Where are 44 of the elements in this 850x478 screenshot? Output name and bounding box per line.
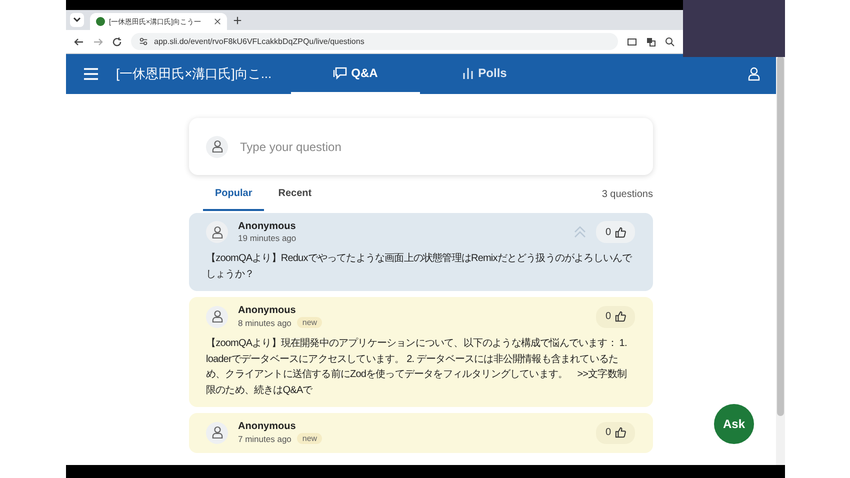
tab-list-icon[interactable] — [70, 13, 84, 27]
cast-icon[interactable] — [627, 36, 637, 46]
question-input-field[interactable]: Type your question — [238, 138, 636, 154]
question-text: 【zoomQAより】現在開発中のアプリケーションについて、以下のような構成で悩んでいます： 1. loaderでデータベースにアクセスしています。 2. データベースには非公開情報も含まれているため、クライアントに送信する前にZodを使ってデータをフィルタリングしています。 >>文字数制限のため、続きはQ&Aで — [206, 336, 628, 398]
menu-icon[interactable] — [84, 68, 98, 80]
question-count: 3 questions — [602, 189, 653, 200]
user-icon[interactable] — [748, 67, 760, 81]
author-name: Anonymous — [238, 221, 296, 232]
like-button[interactable]: 0 — [596, 306, 635, 328]
question-time: 8 minutes ago — [238, 318, 292, 328]
question-text: 【zoomQAより】Reduxでやってたような画面上の状態管理はRemixだとどう扱うのがよろしいんでしょうか？ — [206, 252, 633, 282]
scrollbar-thumb[interactable] — [777, 56, 784, 416]
new-tab-icon[interactable] — [233, 16, 242, 24]
avatar-icon — [206, 136, 228, 158]
bar-chart-icon — [462, 67, 474, 79]
question-time: 19 minutes ago — [238, 233, 296, 243]
close-icon[interactable] — [214, 18, 221, 25]
author-name: Anonymous — [238, 421, 297, 432]
like-button[interactable]: 0 — [596, 422, 635, 444]
address-bar[interactable]: app.sli.do/event/rvoF8kU6VFLcakkbDqZPQu/live/questions — [131, 33, 618, 50]
double-chevron-icon — [574, 226, 586, 238]
ask-button[interactable]: Ask — [714, 404, 754, 444]
like-button[interactable]: 0 — [596, 221, 635, 243]
sort-tab[interactable]: Popular — [203, 178, 264, 211]
nav-tab[interactable]: Q&A — [291, 54, 420, 94]
thumbs-up-icon — [615, 226, 626, 238]
new-badge: new — [297, 433, 322, 444]
avatar-icon — [206, 306, 228, 328]
thumbs-up-icon — [615, 311, 626, 322]
author-name: Anonymous — [238, 305, 297, 316]
new-badge: new — [297, 317, 322, 328]
chat-icon — [333, 66, 348, 80]
back-icon[interactable] — [74, 36, 84, 46]
event-title: [一休恩田氏×溝口氏]向こ... — [116, 65, 273, 83]
sort-tab[interactable]: Recent — [266, 178, 324, 211]
site-icon — [96, 17, 105, 26]
question-time: 7 minutes ago — [238, 434, 292, 444]
avatar-icon — [206, 221, 228, 243]
nav-tab[interactable]: Polls — [420, 54, 549, 94]
thumbs-up-icon — [615, 427, 626, 438]
translate-icon[interactable] — [646, 36, 656, 46]
zoom-icon[interactable] — [665, 36, 675, 46]
avatar-icon — [206, 422, 228, 444]
reload-icon[interactable] — [112, 36, 122, 46]
